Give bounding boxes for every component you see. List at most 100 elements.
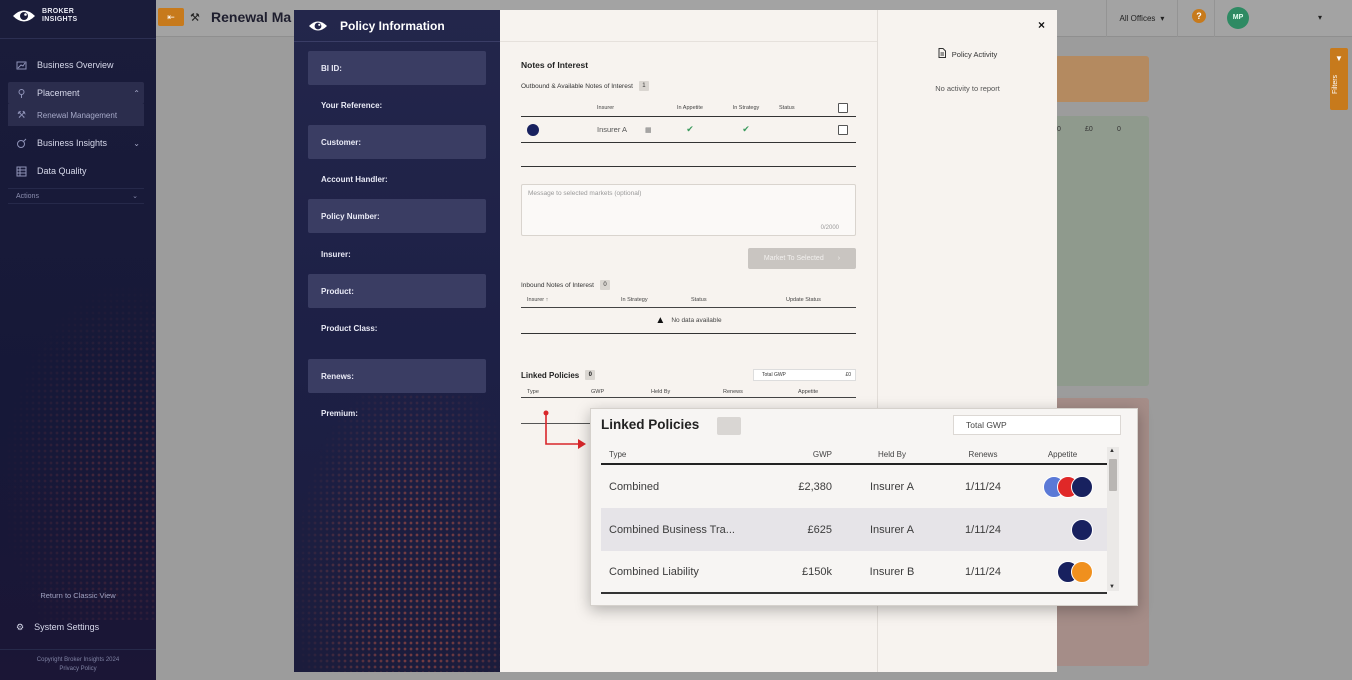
help-button[interactable]: ? (1192, 9, 1206, 23)
table-row[interactable]: Combined £2,380 Insurer A 1/11/24 (601, 465, 1107, 508)
scrollbar[interactable]: ▲ ▼ (1107, 447, 1119, 591)
divider (0, 38, 156, 39)
zoom-title: Linked Policies (601, 417, 700, 432)
table-header: Type GWP Held By Renews Appetite (521, 386, 856, 398)
col-in-strategy: In Strategy (621, 297, 648, 303)
document-icon[interactable]: ▦ (645, 126, 657, 134)
sidebar-item-label: Renewal Management (37, 110, 118, 120)
user-menu[interactable]: MP ▾ (1214, 0, 1326, 37)
col-renews[interactable]: Renews (948, 450, 1018, 459)
character-counter: 0/2000 (820, 225, 839, 231)
sidebar-dot-pattern (0, 280, 156, 620)
filter-icon: ▼ (1335, 54, 1343, 63)
chevron-right-icon: › (837, 255, 841, 262)
sidebar-item-data-quality[interactable]: Data Quality (8, 160, 144, 182)
caret-down-icon: ▾ (1160, 14, 1165, 23)
count-badge (717, 417, 741, 435)
eye-logo-icon (13, 10, 35, 22)
office-select[interactable]: All Offices ▾ (1106, 0, 1178, 37)
col-renews: Renews (723, 388, 743, 395)
check-icon: ✔ (686, 124, 694, 134)
total-gwp-box: Total GWP (953, 415, 1121, 435)
table-header: Insurer In Appetite In Strategy Status (521, 99, 856, 117)
col-appetite[interactable]: Appetite (1018, 450, 1107, 459)
table-row[interactable]: Combined Business Tra... £625 Insurer A … (601, 508, 1107, 551)
modal-header: Policy Information (294, 10, 500, 42)
system-settings-label: System Settings (34, 622, 100, 632)
sidebar-item-business-insights[interactable]: Business Insights ⌄ (8, 132, 144, 154)
field-account-handler: Account Handler: (321, 174, 388, 184)
col-insurer: Insurer (597, 104, 615, 111)
policy-gwp: £625 (807, 523, 832, 536)
col-type[interactable]: Type (601, 450, 761, 459)
wrench-icon: ⚒ (17, 109, 26, 121)
scroll-up-icon[interactable]: ▲ (1109, 448, 1115, 454)
field-bi-id: BI ID: (308, 51, 486, 85)
no-data-text: No data available (671, 317, 722, 324)
table-row[interactable]: Combined Liability £150k Insurer B 1/11/… (601, 551, 1107, 594)
system-settings-button[interactable]: ⚙ System Settings (0, 619, 156, 635)
office-select-value: All Offices (1119, 14, 1156, 23)
divider (500, 41, 877, 42)
outbound-notes-table: Insurer In Appetite In Strategy Status I… (521, 99, 856, 167)
location-pin-icon (16, 88, 27, 99)
actions-toggle[interactable]: Actions ⌄ (8, 188, 144, 204)
policy-held-by: Insurer B (869, 565, 915, 578)
sidebar: BROKER INSIGHTS Business Overview Placem… (0, 0, 156, 680)
logo[interactable]: BROKER INSIGHTS (12, 8, 77, 24)
col-held-by: Held By (651, 388, 671, 395)
grid-icon (16, 166, 27, 177)
sidebar-item-label: Business Insights (37, 138, 108, 148)
collapse-sidebar-button[interactable]: ⇤ (158, 8, 184, 26)
sidebar-item-renewal-management[interactable]: ⚒ Renewal Management (8, 104, 144, 126)
field-product-class: Product Class: (321, 323, 378, 333)
col-insurer-sort[interactable]: Insurer ↑ (521, 297, 621, 303)
sidebar-item-business-overview[interactable]: Business Overview (8, 54, 144, 76)
row-checkbox[interactable] (837, 124, 848, 135)
inbound-notes-heading: Inbound Notes of Interest 0 (521, 280, 610, 290)
collapse-icon: ⇤ (167, 12, 175, 22)
close-button[interactable]: × (1038, 18, 1045, 32)
total-gwp-value: £0 (845, 372, 851, 378)
total-gwp-label: Total GWP (762, 372, 786, 378)
select-all-checkbox[interactable] (837, 102, 848, 113)
table-header: Insurer ↑ In Strategy Status Update Stat… (521, 293, 856, 308)
activity-empty-text: No activity to report (935, 84, 1000, 93)
annotation-arrow-icon (543, 410, 586, 449)
insurer-dot-icon (527, 123, 539, 136)
scroll-down-icon[interactable]: ▼ (1109, 584, 1115, 590)
policy-held-by: Insurer A (869, 523, 915, 536)
activity-title: Policy Activity (951, 49, 998, 59)
appetite-indicators (1018, 560, 1107, 583)
caret-down-icon: ▾ (1317, 13, 1322, 22)
field-renews: Renews: (308, 359, 486, 393)
col-in-appetite: In Appetite (677, 104, 703, 111)
col-status: Status (779, 104, 795, 111)
field-policy-number: Policy Number: (308, 199, 486, 233)
field-product: Product: (308, 274, 486, 308)
filters-tab[interactable]: ▼ Filters (1330, 48, 1348, 110)
gear-icon: ⚙ (16, 621, 25, 632)
copyright-text: Copyright Broker Insights 2024 (36, 657, 120, 663)
market-to-selected-button[interactable]: Market To Selected › (748, 248, 856, 269)
col-appetite: Appetite (798, 388, 819, 395)
sidebar-item-placement[interactable]: Placement ⌃ (8, 82, 144, 104)
appetite-circle-icon (1071, 518, 1093, 541)
insurer-name: Insurer A (597, 125, 628, 134)
background-card: 0 £0 0 (1055, 116, 1149, 386)
col-gwp[interactable]: GWP (761, 450, 836, 459)
filters-label: Filters (1332, 74, 1339, 94)
scrollbar-thumb[interactable] (1109, 459, 1117, 491)
appetite-indicators (1018, 475, 1107, 498)
col-type: Type (527, 388, 539, 395)
privacy-policy-link[interactable]: Privacy Policy (0, 665, 156, 674)
policy-renews: 1/11/24 (965, 480, 1001, 493)
avatar: MP (1227, 7, 1249, 29)
logo-text: BROKER INSIGHTS (42, 8, 78, 23)
appetite-indicators (1018, 518, 1107, 541)
col-held-by[interactable]: Held By (836, 450, 948, 459)
market-message-input[interactable]: Message to selected markets (optional) 0… (521, 184, 856, 236)
zoom-linked-policies-table: Type GWP Held By Renews Appetite Combine… (601, 445, 1107, 594)
return-classic-view-link[interactable]: Return to Classic View (0, 591, 156, 605)
total-gwp-summary: Total GWP £0 (753, 369, 856, 381)
